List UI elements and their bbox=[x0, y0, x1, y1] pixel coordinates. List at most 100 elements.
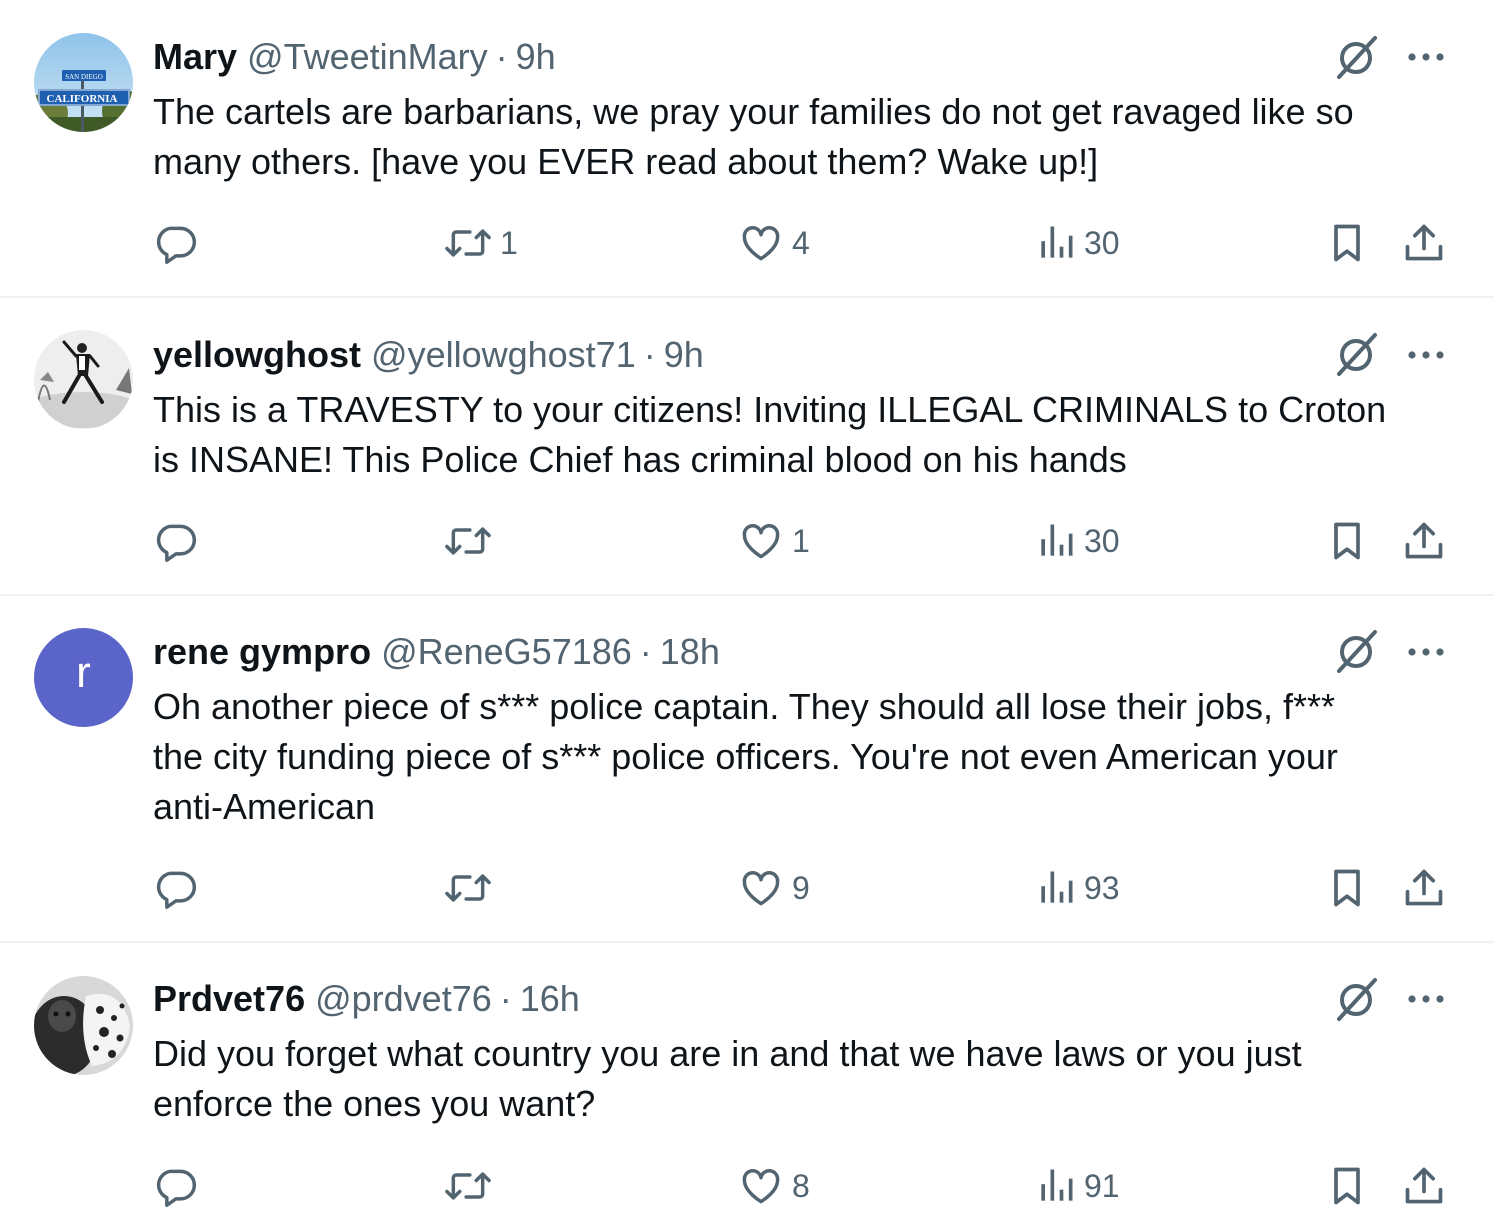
heart-icon bbox=[738, 519, 784, 563]
heart-icon bbox=[738, 866, 784, 910]
bookmark-button[interactable] bbox=[1328, 863, 1366, 913]
like-button[interactable]: 9 bbox=[738, 863, 810, 913]
bookmark-button[interactable] bbox=[1328, 1161, 1366, 1211]
timestamp[interactable]: 9h bbox=[516, 35, 556, 79]
user-handle[interactable]: @yellowghost71 bbox=[371, 333, 636, 377]
grok-icon[interactable] bbox=[1334, 628, 1380, 674]
tweet[interactable]: SAN DIEGO CALIFORNIA Mary @TweetinMary ·… bbox=[0, 0, 1494, 298]
tweet-text-line: This is a TRAVESTY to your citizens! Inv… bbox=[153, 389, 1387, 430]
avatar[interactable] bbox=[34, 976, 133, 1075]
views-button[interactable]: 93 bbox=[1036, 863, 1120, 913]
grok-icon[interactable] bbox=[1334, 34, 1380, 80]
tweet-header: yellowghost @yellowghost71 · 9h bbox=[153, 333, 704, 377]
share-icon bbox=[1402, 866, 1446, 910]
avatar[interactable]: r bbox=[34, 628, 133, 727]
views-button[interactable]: 30 bbox=[1036, 218, 1120, 268]
views-icon bbox=[1036, 221, 1076, 265]
timestamp[interactable]: 16h bbox=[520, 977, 580, 1021]
views-button[interactable]: 91 bbox=[1036, 1161, 1120, 1211]
reply-button[interactable] bbox=[154, 516, 206, 566]
heart-icon bbox=[738, 1164, 784, 1208]
display-name[interactable]: Mary bbox=[153, 35, 237, 79]
action-bar: 1 30 bbox=[0, 516, 1494, 566]
tweet-text-line: the city funding piece of s*** police of… bbox=[153, 736, 1338, 777]
like-button[interactable]: 1 bbox=[738, 516, 810, 566]
tweet[interactable]: r rene gympro @ReneG57186 · 18h Oh anoth… bbox=[0, 596, 1494, 943]
share-button[interactable] bbox=[1402, 1161, 1446, 1211]
avatar[interactable] bbox=[34, 330, 133, 429]
display-name[interactable]: yellowghost bbox=[153, 333, 361, 377]
reply-icon bbox=[154, 519, 198, 563]
like-button[interactable]: 4 bbox=[738, 218, 810, 268]
like-count: 1 bbox=[792, 522, 810, 559]
user-handle[interactable]: @prdvet76 bbox=[315, 977, 492, 1021]
avatar-sign-top: SAN DIEGO bbox=[65, 73, 103, 81]
views-icon bbox=[1036, 519, 1076, 563]
reply-button[interactable] bbox=[154, 863, 206, 913]
bookmark-button[interactable] bbox=[1328, 218, 1366, 268]
user-handle[interactable]: @TweetinMary bbox=[247, 35, 488, 79]
tweet-text: The cartels are barbarians, we pray your… bbox=[153, 87, 1453, 187]
tweet-header: Prdvet76 @prdvet76 · 16h bbox=[153, 977, 580, 1021]
more-icon[interactable] bbox=[1404, 35, 1448, 79]
like-count: 8 bbox=[792, 1167, 810, 1204]
share-button[interactable] bbox=[1402, 516, 1446, 566]
repost-button[interactable]: 1 bbox=[444, 218, 518, 268]
tweet-text-line: enforce the ones you want? bbox=[153, 1083, 596, 1124]
avatar-sign-bottom: CALIFORNIA bbox=[47, 93, 118, 105]
more-icon[interactable] bbox=[1404, 630, 1448, 674]
avatar-letter: r bbox=[76, 647, 91, 697]
action-bar: 9 93 bbox=[0, 863, 1494, 913]
views-count: 30 bbox=[1084, 224, 1120, 261]
heart-icon bbox=[738, 221, 784, 265]
repost-button[interactable] bbox=[444, 1161, 500, 1211]
tweet[interactable]: yellowghost @yellowghost71 · 9h This is … bbox=[0, 298, 1494, 596]
share-button[interactable] bbox=[1402, 863, 1446, 913]
views-count: 93 bbox=[1084, 869, 1120, 906]
grok-icon[interactable] bbox=[1334, 331, 1380, 377]
like-count: 4 bbox=[792, 224, 810, 261]
reply-button[interactable] bbox=[154, 1161, 206, 1211]
repost-button[interactable] bbox=[444, 863, 500, 913]
action-bar: 8 91 bbox=[0, 1161, 1494, 1211]
repost-button[interactable] bbox=[444, 516, 500, 566]
tweet-header: rene gympro @ReneG57186 · 18h bbox=[153, 630, 720, 674]
tweet-text-line: many others. [have you EVER read about t… bbox=[153, 141, 1099, 182]
bookmark-icon bbox=[1328, 866, 1366, 910]
reply-icon bbox=[154, 866, 198, 910]
more-icon[interactable] bbox=[1404, 977, 1448, 1021]
like-button[interactable]: 8 bbox=[738, 1161, 810, 1211]
user-handle[interactable]: @ReneG57186 bbox=[381, 630, 632, 674]
like-count: 9 bbox=[792, 869, 810, 906]
tweet[interactable]: Prdvet76 @prdvet76 · 16h Did you forget … bbox=[0, 943, 1494, 1226]
reply-icon bbox=[154, 1164, 198, 1208]
bookmark-icon bbox=[1328, 519, 1366, 563]
more-icon[interactable] bbox=[1404, 333, 1448, 377]
tweet-text-line: anti-American bbox=[153, 786, 376, 827]
display-name[interactable]: Prdvet76 bbox=[153, 977, 305, 1021]
timestamp[interactable]: 18h bbox=[660, 630, 720, 674]
separator-dot: · bbox=[495, 36, 508, 77]
tweet-text-line: Oh another piece of s*** police captain.… bbox=[153, 686, 1336, 727]
views-button[interactable]: 30 bbox=[1036, 516, 1120, 566]
reply-button[interactable] bbox=[154, 218, 206, 268]
reply-feed: SAN DIEGO CALIFORNIA Mary @TweetinMary ·… bbox=[0, 0, 1494, 1226]
repost-icon bbox=[444, 866, 492, 910]
tweet-text: Oh another piece of s*** police captain.… bbox=[153, 682, 1453, 832]
share-button[interactable] bbox=[1402, 218, 1446, 268]
repost-count: 1 bbox=[500, 224, 518, 261]
tweet-text-line: is INSANE! This Police Chief has crimina… bbox=[153, 439, 1127, 480]
display-name[interactable]: rene gympro bbox=[153, 630, 371, 674]
timestamp[interactable]: 9h bbox=[664, 333, 704, 377]
grok-icon[interactable] bbox=[1334, 976, 1380, 1022]
share-icon bbox=[1402, 519, 1446, 563]
tweet-text-line: Did you forget what country you are in a… bbox=[153, 1033, 1302, 1074]
separator-dot: · bbox=[499, 978, 512, 1019]
reply-icon bbox=[154, 221, 198, 265]
bookmark-button[interactable] bbox=[1328, 516, 1366, 566]
views-icon bbox=[1036, 866, 1076, 910]
avatar[interactable]: SAN DIEGO CALIFORNIA bbox=[34, 33, 133, 132]
bookmark-icon bbox=[1328, 221, 1366, 265]
separator-dot: · bbox=[639, 631, 652, 672]
views-icon bbox=[1036, 1164, 1076, 1208]
